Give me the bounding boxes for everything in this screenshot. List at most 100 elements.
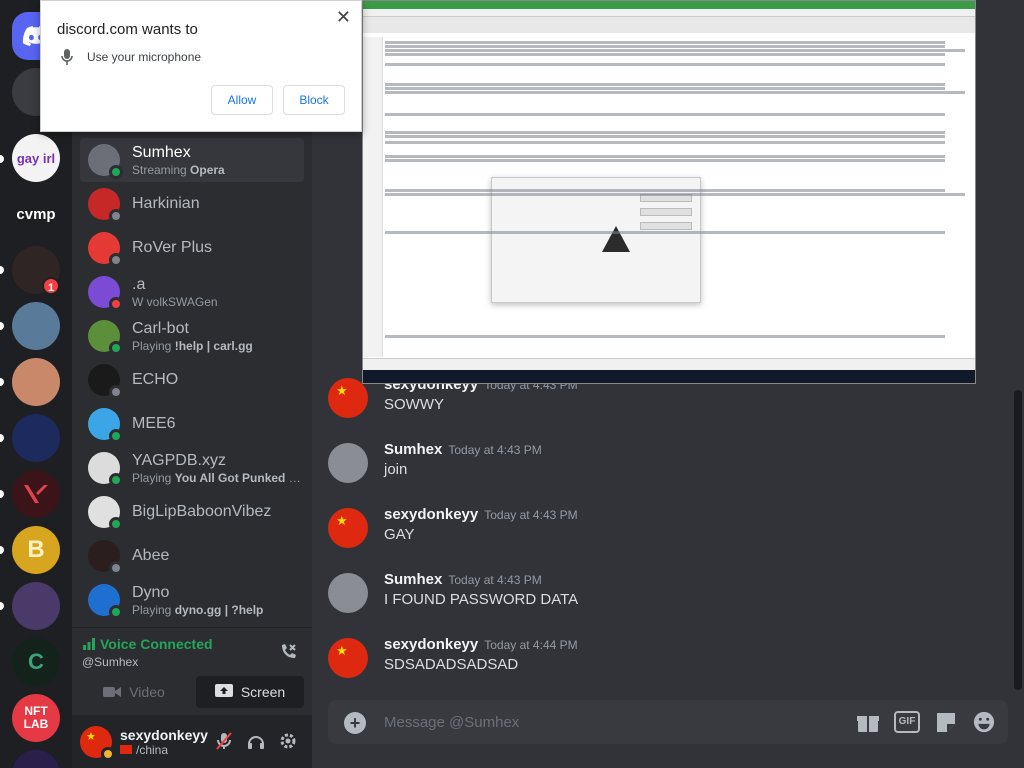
discord-app: gay irl cvmp 1 B C NFT LAB Sumhex Streami… (0, 0, 1024, 768)
message-avatar[interactable]: ★ (328, 378, 368, 418)
activity-detail: You All Got Punked Du... (174, 471, 302, 485)
voice-connected-status[interactable]: Voice Connected (82, 636, 213, 652)
code-line (385, 87, 945, 90)
status-indicator-icon (109, 253, 123, 267)
status-indicator-icon (109, 605, 123, 619)
settings-gear-icon[interactable] (278, 731, 298, 751)
disconnect-icon[interactable] (278, 642, 298, 662)
server-icon-valorant[interactable] (12, 470, 60, 518)
member-item[interactable]: MEE6 (80, 402, 304, 446)
voice-status-label: Voice Connected (100, 636, 213, 652)
message-content: SOWWY (384, 396, 444, 413)
server-icon-c-logo[interactable]: C (12, 638, 60, 686)
activity-detail: !help | carl.gg (174, 339, 253, 353)
message-content: GAY (384, 526, 415, 543)
message-author[interactable]: sexydonkeyy (384, 636, 478, 653)
screen-share-preview[interactable] (362, 0, 976, 384)
server-label: cvmp (16, 205, 56, 223)
code-line (385, 335, 945, 338)
server-icon-gold-b[interactable]: B (12, 526, 60, 574)
mention-badge: 1 (42, 277, 60, 295)
shared-window-titlebar (363, 1, 975, 9)
code-line (385, 53, 945, 56)
server-icon-cvmp[interactable]: cvmp (12, 190, 60, 238)
server-icon-gay-irl[interactable]: gay irl (12, 134, 60, 182)
status-indicator-icon (109, 341, 123, 355)
gift-icon[interactable] (856, 711, 880, 733)
message-author[interactable]: Sumhex (384, 441, 442, 458)
member-item[interactable]: Carl-bot Playing !help | carl.gg (80, 314, 304, 358)
message-avatar[interactable]: ★ (328, 638, 368, 678)
member-item[interactable]: Abee (80, 534, 304, 578)
scrollbar-thumb[interactable] (1014, 390, 1022, 690)
member-item[interactable]: RoVer Plus (80, 226, 304, 270)
member-avatar (88, 364, 123, 399)
server-icon-partial[interactable] (12, 750, 60, 768)
member-avatar (88, 320, 123, 355)
headphones-icon[interactable] (246, 731, 266, 751)
member-item[interactable]: YAGPDB.xyz Playing You All Got Punked Du.… (80, 446, 304, 490)
message-author[interactable]: Sumhex (384, 571, 442, 588)
unread-indicator (0, 322, 4, 330)
message-row[interactable]: ★ sexydonkeyy Today at 4:44 PM SDSADADSADSA… (328, 636, 1008, 696)
code-line (385, 135, 945, 138)
video-button[interactable]: Video (80, 676, 188, 708)
status-indicator-icon (109, 165, 123, 179)
message-avatar[interactable]: ★ (328, 508, 368, 548)
gif-picker-button[interactable]: GIF (894, 711, 920, 733)
user-status-text: /china (136, 742, 169, 757)
server-label: gay irl (16, 150, 56, 166)
permission-request-text: Use your microphone (87, 50, 202, 64)
member-avatar (88, 408, 123, 443)
message-avatar[interactable] (328, 573, 368, 613)
message-input[interactable] (384, 700, 844, 744)
server-icon-avatar[interactable] (12, 302, 60, 350)
member-avatar (88, 452, 123, 487)
add-attachment-icon[interactable]: + (344, 712, 366, 734)
code-line (385, 49, 965, 52)
member-item[interactable]: .a W volkSWAGen (80, 270, 304, 314)
message-avatar[interactable] (328, 443, 368, 483)
server-icon-monopoly[interactable] (12, 414, 60, 462)
member-name: MEE6 (132, 415, 176, 432)
message-row[interactable]: ★ sexydonkeyy Today at 4:43 PM GAY (328, 506, 1008, 566)
member-name: RoVer Plus (132, 239, 213, 256)
sticker-icon[interactable] (934, 711, 958, 733)
user-avatar[interactable]: ★ (80, 725, 115, 761)
block-button[interactable]: Block (283, 85, 345, 115)
screen-share-button[interactable]: Screen (196, 676, 304, 708)
member-item[interactable]: Dyno Playing dyno.gg | ?help (80, 578, 304, 622)
member-activity: W volkSWAGen (132, 295, 302, 309)
message-timestamp: Today at 4:44 PM (484, 638, 578, 652)
server-icon-anime[interactable] (12, 582, 60, 630)
shared-window-line-gutter (363, 37, 383, 357)
emoji-icon[interactable] (972, 711, 996, 733)
camera-icon (103, 687, 122, 697)
idle-status-icon (101, 746, 115, 761)
message-row[interactable]: Sumhex Today at 4:43 PM join (328, 441, 1008, 501)
server-icon-face[interactable] (12, 358, 60, 406)
message-timestamp: Today at 4:43 PM (484, 508, 578, 522)
allow-button[interactable]: Allow (211, 85, 273, 115)
activity-prefix: W volkSWAGen (132, 295, 218, 309)
server-label: NFT LAB (23, 704, 49, 731)
close-icon[interactable]: ✕ (336, 7, 351, 28)
code-line (385, 83, 945, 86)
mute-mic-icon[interactable] (214, 731, 234, 751)
chat-scrollbar[interactable] (1014, 390, 1022, 690)
member-item[interactable]: Harkinian (80, 182, 304, 226)
message-author[interactable]: sexydonkeyy (384, 506, 478, 523)
dialog-button (640, 208, 692, 216)
member-name: YAGPDB.xyz (132, 452, 226, 469)
member-item[interactable]: ECHO (80, 358, 304, 402)
server-icon-nft-lab[interactable]: NFT LAB (12, 694, 60, 742)
message-row[interactable]: Sumhex Today at 4:43 PM I FOUND PASSWORD D… (328, 571, 1008, 631)
flag-star-icon: ★ (336, 513, 348, 528)
activity-detail: Opera (190, 163, 225, 177)
shared-window-statusbar (363, 358, 975, 370)
user-custom-status: /china (120, 743, 208, 757)
activity-prefix: Streaming (132, 163, 187, 177)
message-row[interactable]: ★ sexydonkeyy Today at 4:43 PM SOWWY (328, 376, 1008, 436)
member-item[interactable]: BigLipBaboonVibez (80, 490, 304, 534)
member-item[interactable]: Sumhex Streaming Opera (80, 138, 304, 182)
